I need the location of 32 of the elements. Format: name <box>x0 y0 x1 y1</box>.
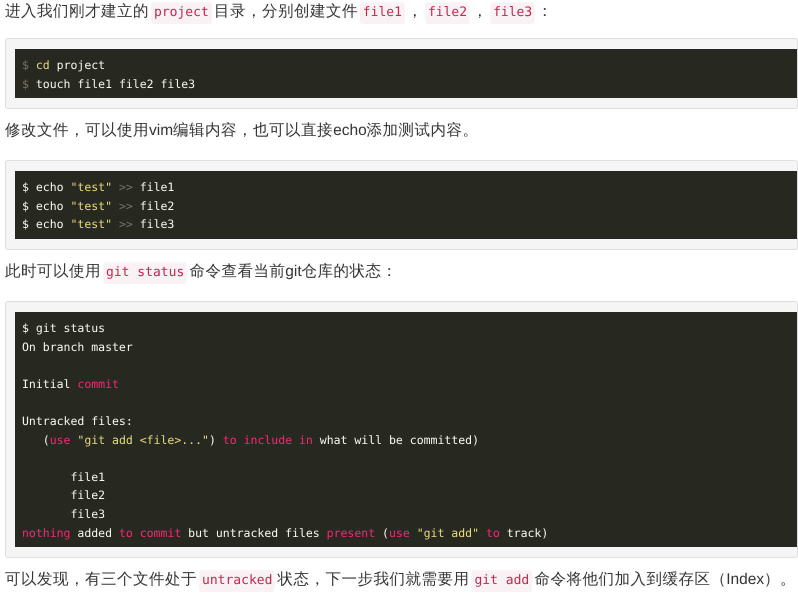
paragraph-text: ： <box>537 2 554 22</box>
paragraph-text: 可以发现，有三个文件处于 <box>5 570 197 590</box>
inline-code: project <box>151 2 212 24</box>
code-line: file1 <box>69 468 106 486</box>
code-line: $ echo "test" >> file1 <box>22 179 174 196</box>
code-line: file3 <box>69 506 106 523</box>
paragraph-text: ， <box>406 2 423 22</box>
paragraph-text: 目录，分别创建文件 <box>214 2 358 22</box>
paragraph-text: ， <box>472 2 488 22</box>
inline-code: git add <box>471 570 532 592</box>
inline-code: file2 <box>424 2 470 24</box>
inline-code: untracked <box>199 570 276 592</box>
paragraph-text: 修改文件，可以使用vim编辑内容，也可以直接echo添加测试内容。 <box>5 121 479 142</box>
code-line: Untracked files: <box>22 412 133 430</box>
paragraph-text: 命令查看当前git仓库的状态： <box>189 262 398 282</box>
paragraph-text: 进入我们刚才建立的 <box>5 2 149 22</box>
code-line: $ echo "test" >> file3 <box>22 216 174 234</box>
paragraph-text: 命令将他们加入到缓存区（Index）。 <box>534 570 796 590</box>
inline-code: file1 <box>360 2 405 24</box>
inline-code: git status <box>103 262 188 284</box>
paragraph-text: 此时可以使用 <box>5 262 101 282</box>
code-line: (use "git add <file>...") to include in what will be committed) <box>42 432 480 449</box>
code-line: $ git status <box>22 320 106 337</box>
code-line: $ cd project <box>22 57 106 74</box>
code-line: Initial commit <box>22 376 119 393</box>
code-line: $ echo "test" >> file2 <box>22 198 174 215</box>
inline-code: file3 <box>490 2 536 24</box>
code-line: nothing added to commit but untracked files present (use "git add" to track) <box>22 524 548 542</box>
code-line: On branch master <box>22 338 133 356</box>
paragraph-text: 状态，下一步我们就需要用 <box>277 570 470 590</box>
code-line: file2 <box>69 487 106 504</box>
code-line: $ touch file1 file2 file3 <box>22 76 196 93</box>
